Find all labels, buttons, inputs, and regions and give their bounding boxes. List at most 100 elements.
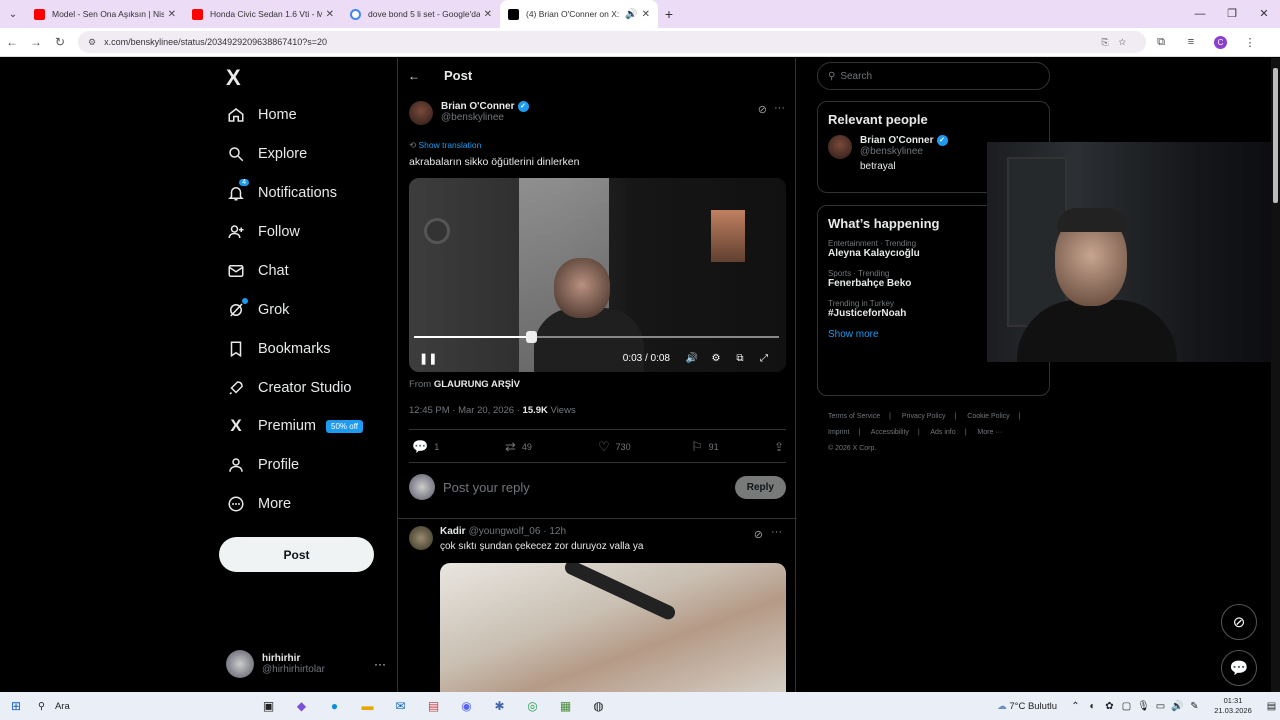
footer-link[interactable]: Privacy Policy (902, 413, 946, 420)
more-dots-icon[interactable]: ··· (374, 657, 386, 671)
nav-explore[interactable]: Explore (226, 144, 307, 164)
close-icon[interactable]: ✕ (484, 9, 492, 20)
nav-chat[interactable]: Chat (226, 261, 289, 281)
url-field[interactable]: ⚙ x.com/benskylinee/status/2034929209638… (78, 31, 1146, 53)
more-dots-icon[interactable]: ··· (774, 102, 785, 114)
scrollbar-thumb[interactable] (1273, 68, 1278, 203)
tray-app-icon[interactable]: ▢ (1118, 701, 1135, 712)
back-icon[interactable]: ← (0, 35, 24, 49)
reply-button[interactable]: Reply (734, 475, 786, 499)
browser-tab-active[interactable]: (4) Brian O'Conner on X: "ak 🔊 ✕ (500, 0, 658, 28)
avatar[interactable] (409, 526, 433, 550)
more-dots-icon[interactable]: ··· (771, 526, 782, 538)
reply-action[interactable]: 💬 1 (412, 439, 505, 455)
grok-fab-icon[interactable]: ⊘ (1221, 604, 1257, 640)
author-name[interactable]: Brian O'Conner (441, 101, 515, 112)
close-icon[interactable]: ✕ (326, 9, 334, 20)
browser-tab[interactable]: Model - Sen Ona Aşıksın | Niss ✕ (26, 0, 184, 28)
close-window-icon[interactable]: ✕ (1248, 0, 1280, 28)
show-translation-link[interactable]: ⟲ Show translation (409, 140, 481, 151)
like-action[interactable]: ♡ 730 (598, 439, 691, 455)
grok-icon[interactable]: ⊘ (754, 528, 763, 541)
media-icon[interactable]: ≡ (1176, 36, 1206, 48)
chevron-up-icon[interactable]: ⌃ (1067, 701, 1084, 712)
pen-icon[interactable]: ✎ (1186, 701, 1203, 712)
volume-icon[interactable]: 🔊 (680, 353, 704, 364)
settings-app-icon[interactable]: ✱ (483, 699, 516, 713)
nav-bookmarks[interactable]: Bookmarks (226, 339, 331, 359)
outlook-icon[interactable]: ✉ (384, 699, 417, 713)
speaker-icon[interactable]: 🔊 (625, 9, 637, 20)
forward-icon[interactable]: → (24, 35, 48, 49)
volume-icon[interactable]: 🔊 (1169, 701, 1186, 712)
store-icon[interactable]: ▤ (417, 699, 450, 713)
nav-notifications[interactable]: 4 Notifications (226, 179, 337, 203)
menu-icon[interactable]: ⋮ (1235, 36, 1265, 49)
footer-link[interactable]: Accessibility (871, 429, 909, 436)
scrollbar[interactable] (1271, 58, 1280, 692)
tray-app-icon[interactable]: ◐ (1084, 701, 1101, 712)
bookmark-star-icon[interactable]: ⎘☆ (1101, 37, 1136, 48)
file-explorer-icon[interactable]: ▬ (351, 699, 384, 713)
nav-more[interactable]: More (226, 494, 291, 514)
taskbar-search[interactable]: ⚲ Ara (32, 701, 172, 712)
video-scrubber-handle[interactable] (525, 331, 537, 343)
nav-creator-studio[interactable]: Creator Studio (226, 378, 352, 398)
share-icon[interactable]: ⇪ (774, 440, 784, 454)
browser-tab[interactable]: Honda Civic Sedan 1.6 Vti - Mo ✕ (184, 0, 342, 28)
clock[interactable]: 01:31 21.03.2026 (1203, 696, 1263, 716)
tab-search-button[interactable]: ⌄ (0, 0, 26, 28)
footer-link[interactable]: Terms of Service (828, 413, 880, 420)
person-name[interactable]: Brian O'Conner (860, 135, 934, 146)
close-icon[interactable]: ✕ (642, 9, 650, 20)
author-handle[interactable]: @benskylinee (441, 112, 529, 123)
settings-icon[interactable]: ⚙ (704, 353, 728, 364)
footer-link[interactable]: Imprint (828, 429, 849, 436)
fullscreen-icon[interactable]: ⤢ (752, 353, 776, 364)
weather-widget[interactable]: ☁ 7°C Bulutlu (997, 701, 1057, 712)
comment-handle[interactable]: @youngwolf_06 (469, 526, 541, 537)
close-icon[interactable]: ✕ (168, 9, 176, 20)
person-handle[interactable]: @benskylinee (860, 146, 948, 157)
minimize-icon[interactable]: — (1184, 0, 1216, 28)
pause-icon[interactable]: ❚❚ (419, 352, 437, 365)
post-timestamp[interactable]: 12:45 PM · Mar 20, 2026 · (409, 405, 523, 416)
grok-icon[interactable]: ⊘ (758, 103, 767, 116)
back-arrow-icon[interactable]: ← (408, 69, 420, 83)
repost-action[interactable]: ⇄ 49 (505, 439, 598, 455)
nav-grok[interactable]: Grok (226, 298, 289, 320)
site-info-icon[interactable]: ⚙ (88, 37, 96, 48)
video-player[interactable]: ❚❚ 0:03 / 0:08 🔊 ⚙ ⧉ ⤢ (409, 178, 786, 372)
bookmark-action[interactable]: ⚐ 91 (691, 439, 771, 455)
obs-icon[interactable]: ◍ (582, 699, 615, 713)
post-button[interactable]: Post (219, 537, 374, 572)
tray-app-icon[interactable]: ✿ (1101, 701, 1118, 712)
copilot-icon[interactable]: ◆ (285, 699, 318, 713)
new-tab-button[interactable]: + (658, 6, 680, 22)
microphone-icon[interactable]: 🎙 (1135, 701, 1152, 712)
search-input[interactable]: ⚲ Search (817, 62, 1050, 90)
network-icon[interactable]: ▭ (1152, 701, 1169, 712)
comment-image[interactable] (440, 563, 786, 703)
x-logo[interactable]: X (226, 65, 241, 91)
nav-home[interactable]: Home (226, 105, 297, 125)
notepad-icon[interactable]: ▦ (549, 699, 582, 713)
footer-link[interactable]: Cookie Policy (967, 413, 1009, 420)
windows-start-icon[interactable]: ⊞ (0, 699, 32, 713)
nav-premium[interactable]: X Premium 50% off (226, 416, 363, 436)
reply-input[interactable]: Post your reply (443, 480, 530, 495)
chrome-icon[interactable]: ◎ (516, 699, 549, 713)
video-source-link[interactable]: GLAURUNG ARŞİV (434, 379, 520, 390)
account-switcher[interactable]: hirhirhir @hirhirhirtolar ··· (226, 650, 386, 678)
discord-icon[interactable]: ◉ (450, 699, 483, 713)
comment-time[interactable]: · 12h (543, 526, 566, 537)
chat-fab-icon[interactable]: 💬 (1221, 650, 1257, 686)
footer-link[interactable]: Ads info (930, 429, 955, 436)
edge-icon[interactable]: ● (318, 699, 351, 713)
comment-author[interactable]: Kadir (440, 526, 466, 537)
video-progress-bar[interactable] (414, 331, 779, 343)
notification-center-icon[interactable]: ▤ (1263, 701, 1280, 712)
picture-in-picture-icon[interactable]: ⧉ (728, 353, 752, 364)
restore-icon[interactable]: ❐ (1216, 0, 1248, 28)
profile-avatar[interactable]: C (1214, 35, 1227, 49)
